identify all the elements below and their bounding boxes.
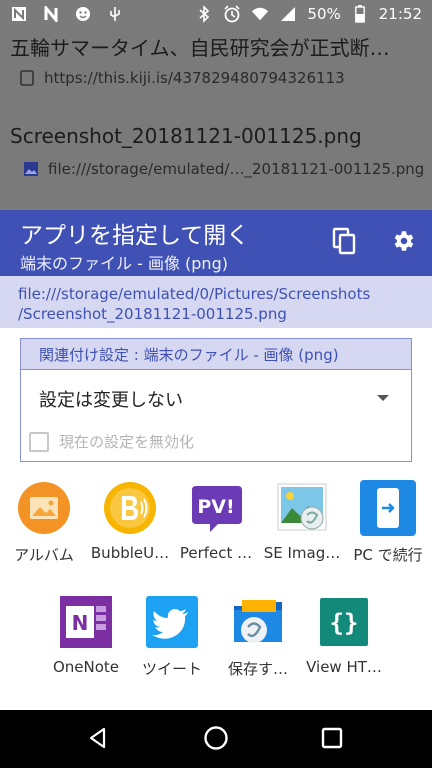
- image-icon: [22, 160, 40, 178]
- bluetooth-icon: [195, 5, 213, 23]
- alarm-icon: [223, 5, 241, 23]
- list-item-title: 五輪サマータイム、自民研究会が正式断…: [10, 36, 390, 60]
- svg-text:PV!: PV!: [197, 496, 234, 518]
- copy-button[interactable]: [330, 227, 360, 259]
- app-save-to[interactable]: 保存す…: [214, 594, 302, 679]
- dropdown-value: 設定は変更しない: [39, 390, 183, 411]
- dialog-subtitle: 端末のファイル - 画像 (png): [20, 254, 228, 273]
- n-app-icon: [10, 5, 28, 23]
- checkbox-box: [29, 431, 49, 452]
- battery-level: 50%: [307, 5, 341, 23]
- recents-square-icon: [321, 727, 343, 753]
- onenote-icon: N: [58, 594, 114, 650]
- file-url-line1: file:///storage/emulated/0/Pictures/Scre…: [18, 285, 371, 303]
- list-item[interactable]: 五輪サマータイム、自民研究会が正式断… https://this.kiji.is…: [10, 32, 420, 87]
- app-label: PC で続行: [353, 546, 423, 564]
- bubbleupnp-icon: [102, 480, 158, 536]
- list-item-url: https://this.kiji.is/437829480794326113: [18, 69, 420, 87]
- app-album[interactable]: アルバム: [0, 480, 88, 565]
- back-triangle-icon: [86, 726, 110, 754]
- status-bar: 50% 21:52: [0, 0, 432, 30]
- file-url: file:///storage/emulated/0/Pictures/Scre…: [0, 276, 432, 328]
- wifi-icon: [251, 5, 269, 23]
- app-bubbleu[interactable]: BubbleU…: [86, 480, 174, 562]
- list-item[interactable]: Screenshot_20181121-001125.png file:///s…: [10, 124, 424, 178]
- disable-setting-checkbox[interactable]: 現在の設定を無効化: [29, 431, 194, 452]
- signal-icon: [279, 5, 297, 23]
- home-circle-icon: [203, 725, 229, 755]
- clock: 21:52: [378, 5, 422, 23]
- navigation-bar: [0, 710, 432, 768]
- gear-icon: [390, 228, 416, 258]
- list-item-url: file:///storage/emulated/…_20181121-0011…: [22, 160, 424, 178]
- app-label: View HT…: [306, 658, 382, 676]
- file-url-line2: /Screenshot_20181121-001125.png: [18, 305, 287, 323]
- settings-button[interactable]: [388, 228, 418, 258]
- back-button[interactable]: [84, 726, 112, 754]
- app-onenote[interactable]: N OneNote: [42, 594, 130, 676]
- code-braces-icon: {}: [316, 594, 372, 650]
- background-list: 五輪サマータイム、自民研究会が正式断… https://this.kiji.is…: [0, 30, 432, 210]
- app-label: OneNote: [52, 658, 120, 676]
- checkbox-label: 現在の設定を無効化: [59, 433, 195, 451]
- app-tweet[interactable]: ツイート: [128, 594, 216, 679]
- association-settings: 関連付け設定 : 端末のファイル - 画像 (png) 設定は変更しない 現在の…: [20, 338, 412, 462]
- app-view-html[interactable]: {} View HT…: [300, 594, 388, 676]
- chevron-down-icon: [377, 395, 389, 401]
- svg-text:{}: {}: [330, 609, 359, 637]
- dialog-header: アプリを指定して開く 端末のファイル - 画像 (png): [0, 210, 432, 276]
- association-heading: 関連付け設定 : 端末のファイル - 画像 (png): [21, 339, 411, 370]
- twitter-bird-icon: [144, 594, 200, 650]
- app-label: BubbleU…: [90, 544, 170, 562]
- association-dropdown[interactable]: 設定は変更しない: [21, 379, 411, 419]
- file-manager-icon: [230, 594, 286, 650]
- perfect-viewer-icon: PV!: [188, 480, 244, 536]
- recents-button[interactable]: [318, 726, 346, 754]
- app-label: アルバム: [14, 546, 74, 564]
- album-icon: [16, 480, 72, 536]
- app-label: ツイート: [141, 660, 202, 678]
- list-item-title: Screenshot_20181121-001125.png: [10, 124, 362, 148]
- face-icon: [74, 5, 92, 23]
- app-label: SE Imag…: [263, 544, 341, 562]
- se-image-icon: [274, 480, 330, 536]
- dialog-title: アプリを指定して開く: [20, 223, 250, 249]
- app-se-image[interactable]: SE Imag…: [258, 480, 346, 562]
- page-icon: [18, 69, 36, 87]
- app-perfect-viewer[interactable]: PV! Perfect …: [172, 480, 260, 562]
- app-label: Perfect …: [179, 544, 253, 562]
- copy-icon: [332, 227, 358, 259]
- n-letter-icon: [42, 5, 60, 23]
- home-button[interactable]: [202, 726, 230, 754]
- svg-text:N: N: [72, 611, 89, 635]
- usb-icon: [106, 5, 124, 23]
- battery-icon: [351, 5, 369, 23]
- app-pc-continue[interactable]: PC で続行: [344, 480, 432, 565]
- pc-continue-icon: [360, 480, 416, 536]
- app-label: 保存す…: [227, 660, 288, 678]
